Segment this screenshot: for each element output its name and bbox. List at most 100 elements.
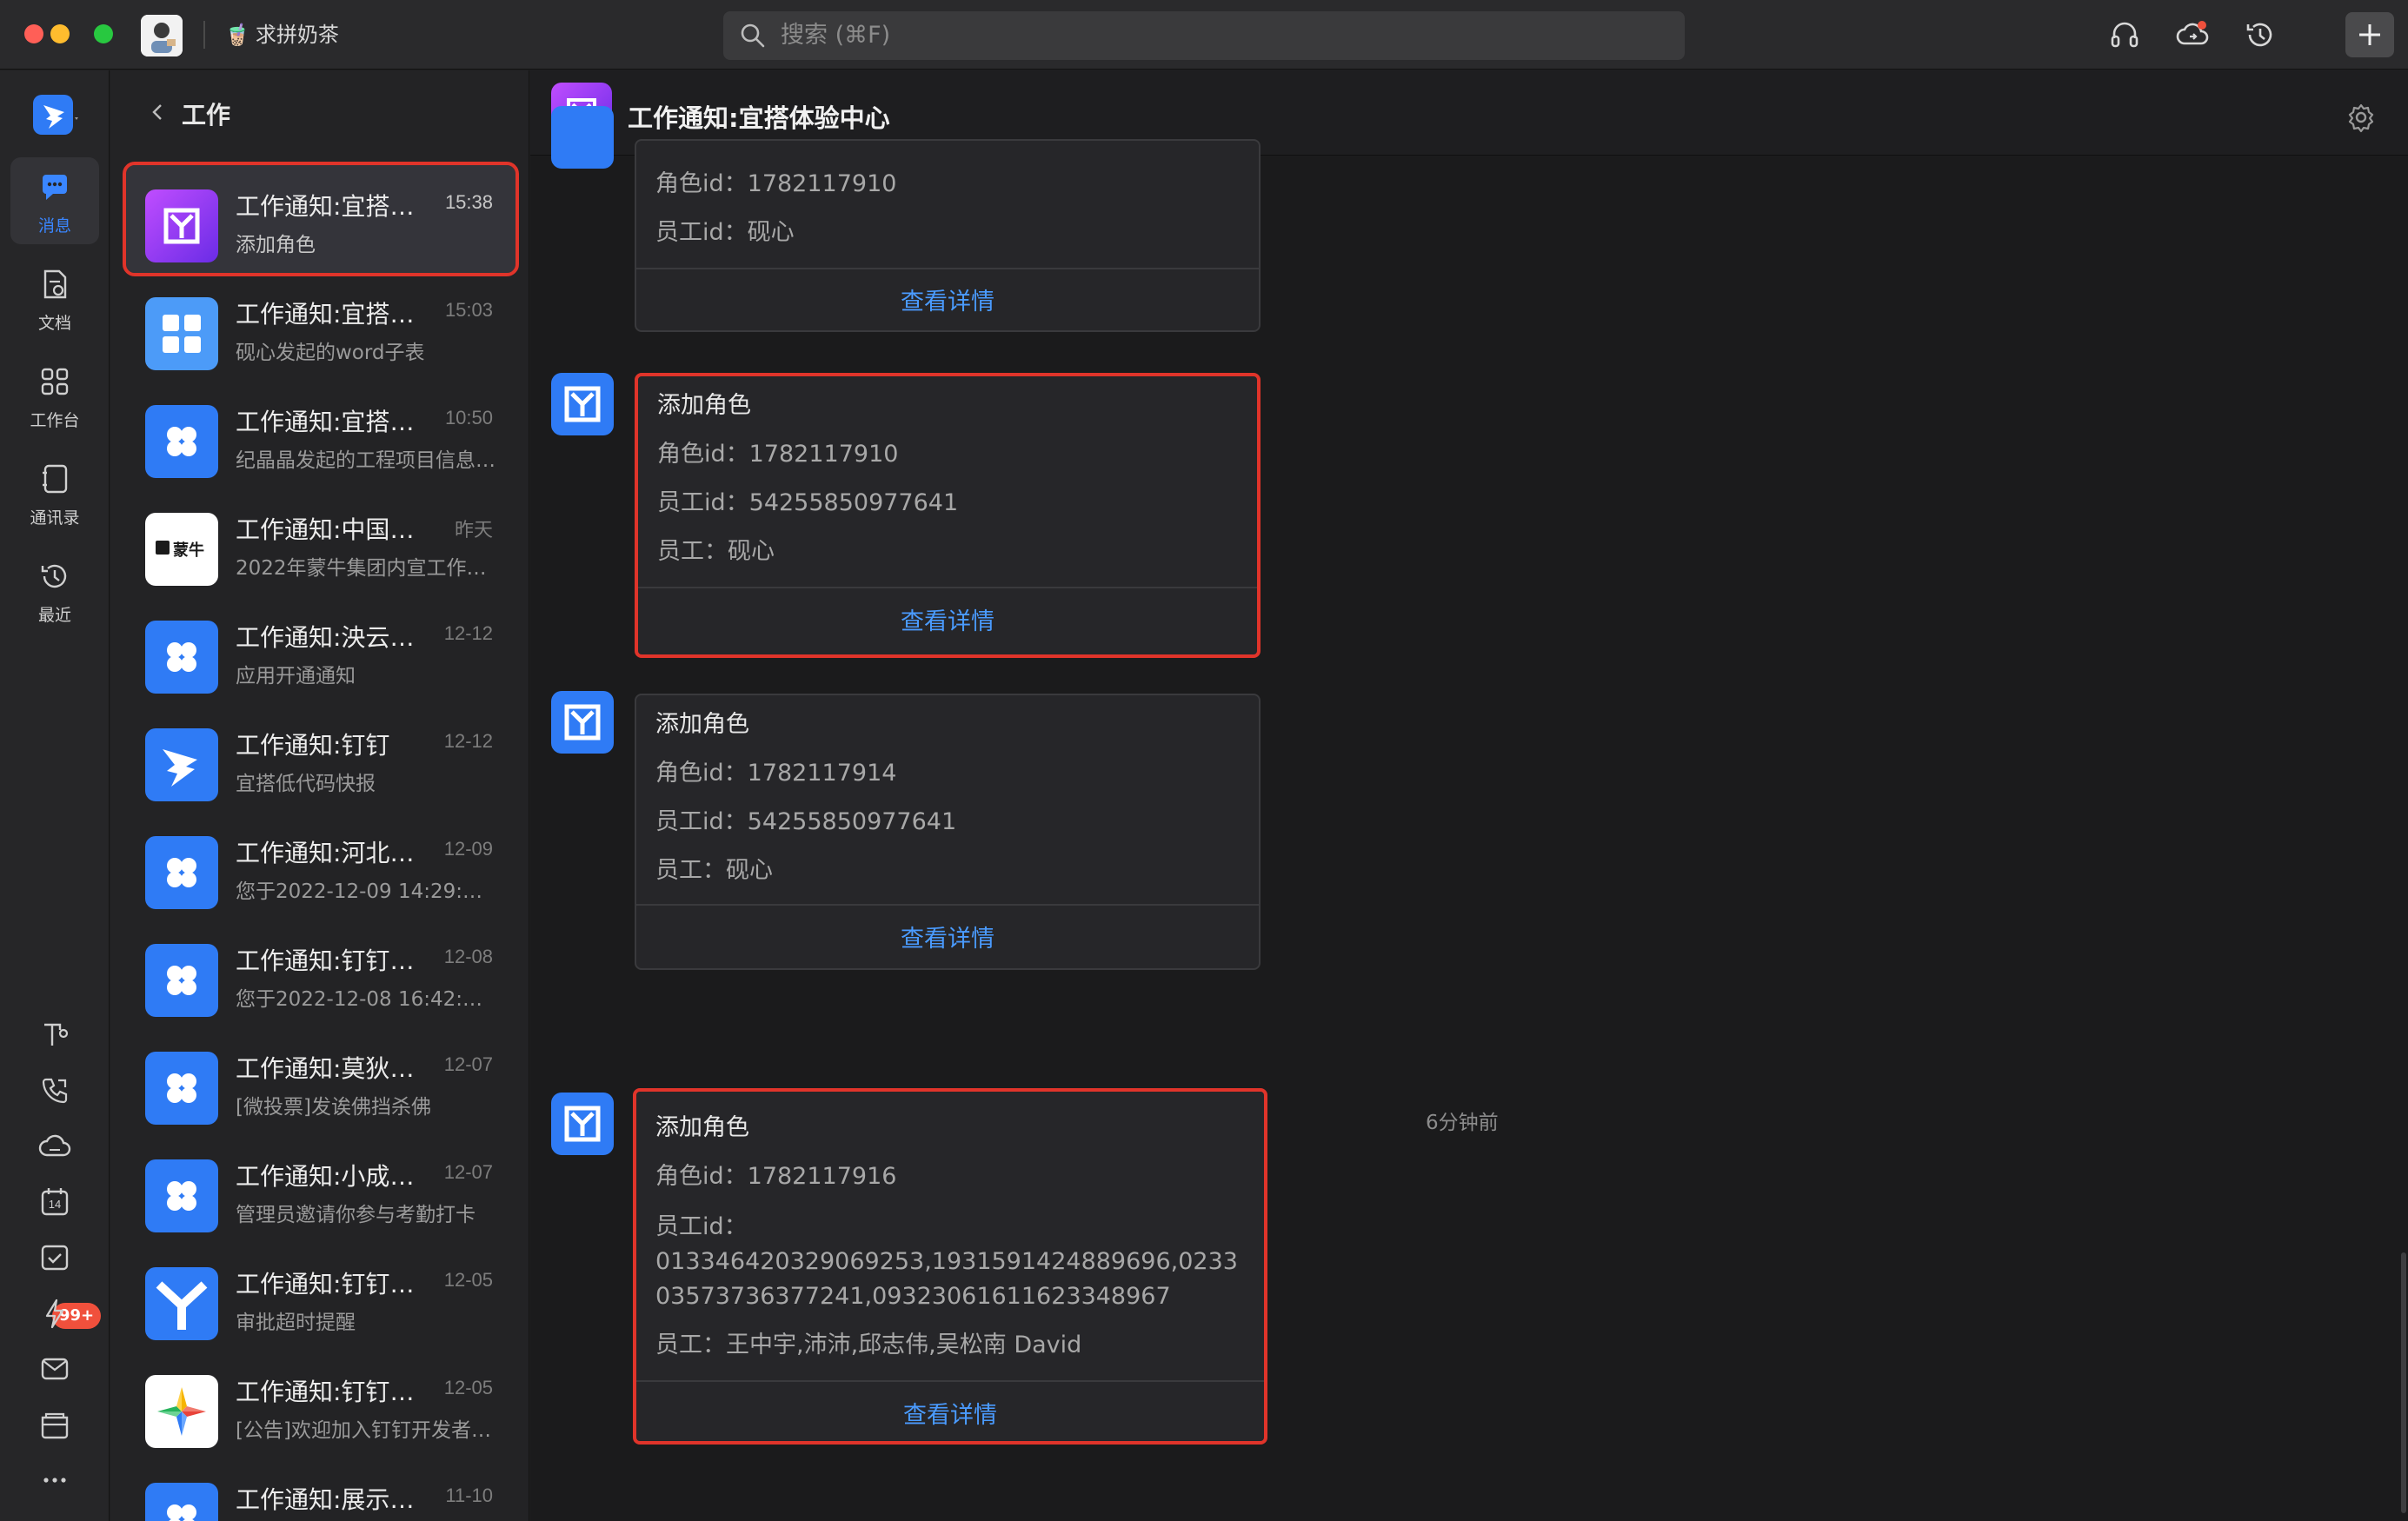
headset-icon[interactable] bbox=[2107, 17, 2142, 52]
clover-app-avatar bbox=[145, 405, 218, 478]
conversation-preview: 纪晶晶发起的工程项目信息登记 bbox=[236, 449, 496, 472]
notification-card-highlighted: 添加角色 角色id：1782117910 员工id：54255850977641… bbox=[635, 373, 1261, 658]
card-role-id: 角色id：1782117916 bbox=[655, 1163, 897, 1190]
create-button[interactable] bbox=[2345, 12, 2394, 57]
rail-item-messages[interactable]: 消息 bbox=[10, 157, 99, 244]
conversation-item[interactable]: 工作通知:河北大学 12-09 您于2022-12-09 14:29:提交的 bbox=[126, 812, 516, 920]
conversation-time: 15:38 bbox=[444, 191, 493, 213]
contacts-icon bbox=[43, 464, 68, 494]
conversation-preview: [公告]欢迎加入钉钉开发者社区 bbox=[236, 1419, 496, 1442]
conversation-time: 15:03 bbox=[444, 299, 493, 321]
rail-item-docs[interactable]: 文档 bbox=[10, 255, 99, 342]
bubble-tea-icon: 🧋 bbox=[224, 23, 250, 47]
conversation-name: 工作通知:宜搭体验中心 bbox=[236, 192, 427, 221]
conversation-time: 12-09 bbox=[443, 838, 493, 860]
conversation-time: 12-05 bbox=[443, 1377, 493, 1398]
plus-icon bbox=[2359, 24, 2380, 45]
todo-icon[interactable] bbox=[37, 1240, 72, 1275]
conversation-item[interactable]: 工作通知:宜搭体验中心 15:38 添加角色 bbox=[123, 162, 519, 276]
card-employee-id: 员工id：54255850977641 bbox=[655, 808, 957, 835]
conversation-time: 昨天 bbox=[454, 519, 493, 541]
calendar-shortcut[interactable]: 14 bbox=[37, 1185, 72, 1219]
history-icon[interactable] bbox=[2243, 17, 2278, 52]
title-separator bbox=[203, 21, 205, 49]
conversation-preview: 应用开通通知 bbox=[236, 665, 356, 687]
conversation-item[interactable]: 工作通知:钉钉 12-12 宜搭低代码快报 bbox=[126, 704, 516, 812]
card-title: 添加角色 bbox=[655, 1114, 749, 1141]
card-employee-id-value: 013346420329069253,1931591424889696,0233 bbox=[655, 1248, 1238, 1275]
view-details-link[interactable]: 查看详情 bbox=[638, 602, 1257, 636]
view-details-link[interactable]: 查看详情 bbox=[636, 282, 1259, 316]
chevron-left-icon[interactable] bbox=[145, 100, 170, 124]
conversation-list-pane: 工作 工作通知:宜搭体验中心 15:38 添加角色 工作通知:宜搭体验中心 15… bbox=[110, 70, 529, 1521]
conversation-item[interactable]: 工作通知:钉钉科技 12-08 您于2022-12-08 16:42:提交的 bbox=[126, 920, 516, 1027]
search-bar[interactable]: 搜索 (⌘F) bbox=[723, 11, 1685, 60]
clover-app-avatar bbox=[145, 1483, 218, 1521]
view-details-link[interactable]: 查看详情 bbox=[636, 920, 1259, 953]
gear-icon[interactable] bbox=[2345, 102, 2377, 133]
minimize-window-button[interactable] bbox=[50, 24, 70, 43]
conversation-time: 12-07 bbox=[443, 1053, 493, 1075]
notification-card-highlighted: 添加角色 角色id：1782117916 员工id： 0133464203290… bbox=[633, 1088, 1267, 1445]
rail-item-contacts[interactable]: 通讯录 bbox=[10, 449, 99, 536]
notification-card: 添加角色 角色id：1782117914 员工id：54255850977641… bbox=[635, 694, 1261, 970]
view-details-link[interactable]: 查看详情 bbox=[636, 1396, 1264, 1430]
chat-scrollbar[interactable] bbox=[2401, 1252, 2406, 1513]
conversation-item[interactable]: 工作通知:展示中心 11-10 bbox=[126, 1458, 516, 1521]
rail-label-workbench: 工作台 bbox=[30, 411, 80, 430]
conversation-item[interactable]: 工作通知:钉钉宜搭 12-05 审批超时提醒 bbox=[126, 1243, 516, 1351]
conversation-item[interactable]: 工作通知:小成科技 12-07 管理员邀请你参与考勤打卡 bbox=[126, 1135, 516, 1243]
rail-item-recent[interactable]: 最近 bbox=[10, 547, 99, 634]
notification-card: 角色id：1782117910 员工id：砚心 查看详情 bbox=[635, 139, 1261, 332]
conversation-name: 工作通知:宜搭体验中心 bbox=[236, 300, 427, 329]
cloud-icon[interactable] bbox=[37, 1129, 72, 1164]
card-employee: 员工：王中宇,沛沛,邱志伟,吴松南 David bbox=[655, 1332, 1082, 1358]
conversation-item[interactable]: 工作通知:泱云科技 12-12 应用开通通知 bbox=[126, 596, 516, 704]
zoom-window-button[interactable] bbox=[94, 24, 113, 43]
conversation-item[interactable]: 蒙牛 工作通知:中国蒙牛 昨天 2022年蒙牛集团内宣工作会议 bbox=[126, 488, 516, 596]
conversation-name: 工作通知:宜搭体验中心 bbox=[236, 408, 427, 436]
mengniu-logo-avatar: 蒙牛 bbox=[145, 513, 218, 586]
dingtalk-logo-icon[interactable] bbox=[31, 91, 80, 140]
flash-icon[interactable] bbox=[37, 1296, 72, 1331]
conversation-name: 工作通知:钉钉 bbox=[236, 731, 390, 760]
folder-icon[interactable] bbox=[37, 1407, 72, 1442]
conversation-name: 工作通知:河北大学 bbox=[236, 839, 427, 867]
phone-icon[interactable] bbox=[37, 1073, 72, 1108]
close-window-button[interactable] bbox=[24, 24, 43, 43]
sender-avatar bbox=[551, 106, 614, 169]
grid-app-avatar bbox=[145, 297, 218, 370]
conversation-name: 工作通知:钉钉开发者 bbox=[236, 1378, 427, 1406]
card-employee-id: 员工id：砚心 bbox=[655, 219, 795, 246]
conversation-name: 工作通知:钉钉宜搭 bbox=[236, 1270, 427, 1298]
document-icon bbox=[43, 269, 67, 299]
conversation-name: 工作通知:钉钉科技 bbox=[236, 946, 427, 975]
rail-label-recent: 最近 bbox=[37, 606, 71, 625]
rail-item-workbench[interactable]: 工作台 bbox=[10, 352, 99, 439]
status-text: 求拼奶茶 bbox=[255, 23, 339, 47]
conversation-item[interactable]: 工作通知:宜搭体验中心 10:50 纪晶晶发起的工程项目信息登记 bbox=[126, 381, 516, 488]
conversation-name: 工作通知:泱云科技 bbox=[236, 623, 427, 652]
message-list: 角色id：1782117910 员工id：砚心 查看详情 添加角色 角色id：1… bbox=[530, 106, 2408, 1521]
cloud-sync-icon[interactable] bbox=[2175, 17, 2210, 52]
card-employee-id-value: 03573736377241,09323061611623348967 bbox=[655, 1283, 1171, 1310]
conversation-item[interactable]: 工作通知:钉钉开发者 12-05 [公告]欢迎加入钉钉开发者社区 bbox=[126, 1351, 516, 1458]
rail-label-contacts: 通讯录 bbox=[30, 508, 80, 528]
mail-icon[interactable] bbox=[37, 1352, 72, 1386]
clover-app-avatar bbox=[145, 1052, 218, 1125]
conversation-time: 12-05 bbox=[443, 1269, 493, 1291]
clover-app-avatar bbox=[145, 1159, 218, 1232]
conversation-item[interactable]: 工作通知:宜搭体验中心 15:03 砚心发起的word子表 bbox=[126, 273, 516, 381]
pin-icon[interactable] bbox=[37, 1018, 72, 1053]
more-icon[interactable] bbox=[37, 1463, 72, 1498]
conversation-time: 12-08 bbox=[443, 946, 493, 967]
user-avatar[interactable] bbox=[141, 15, 183, 56]
sender-avatar bbox=[551, 691, 614, 754]
conversation-item[interactable]: 工作通知:莫狄科技 12-07 [微投票]发诶佛挡杀佛 bbox=[126, 1027, 516, 1135]
card-divider bbox=[636, 268, 1259, 269]
sender-avatar bbox=[551, 373, 614, 435]
user-status[interactable]: 🧋 求拼奶茶 bbox=[224, 19, 339, 50]
message-timestamp: 6分钟前 bbox=[1426, 1112, 1499, 1134]
conversation-name: 工作通知:中国蒙牛 bbox=[236, 515, 427, 544]
card-divider bbox=[636, 904, 1259, 906]
